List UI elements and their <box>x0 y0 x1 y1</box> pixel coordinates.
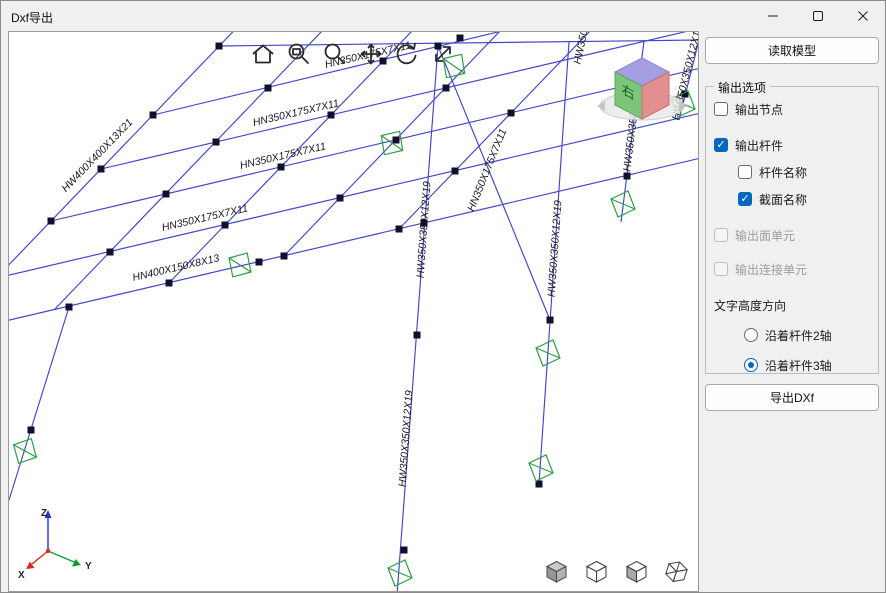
checkbox-label: 杆件名称 <box>759 164 807 181</box>
orbit-icon <box>394 41 420 67</box>
wireframe-view-button[interactable] <box>662 557 690 585</box>
radio-label: 沿着杆件3轴 <box>765 357 832 374</box>
text-height-direction-label: 文字高度方向 <box>714 297 870 313</box>
checkbox-member-names[interactable]: 杆件名称 <box>738 164 870 180</box>
shaded-cube-icon <box>543 558 570 585</box>
checkbox-box <box>738 165 752 179</box>
beam-labels: HN350X175X7X11 HN350X175X7X11 HN350X175X… <box>59 32 698 487</box>
minimize-icon <box>767 10 779 22</box>
zoom-window-button[interactable] <box>286 41 312 67</box>
checkbox-output-connection-elements: 输出连接单元 <box>714 261 870 277</box>
wireframe-scene: HN350X175X7X11 HN350X175X7X11 HN350X175X… <box>9 32 698 591</box>
node-markers <box>28 35 689 554</box>
checkbox-label: 输出杆件 <box>735 137 783 154</box>
output-options-title: 输出选项 <box>714 79 770 96</box>
checkbox-section-names[interactable]: 截面名称 <box>738 191 870 207</box>
window-title: Dxf导出 <box>11 9 53 26</box>
beam-label: HN350X175X7X11 <box>252 97 340 128</box>
radio-circle <box>744 358 758 372</box>
axis-x-label: X <box>18 570 25 581</box>
title-bar[interactable]: Dxf导出 <box>1 1 885 31</box>
zoom-icon <box>322 41 348 67</box>
beam-label: HN350X175X7X11 <box>465 127 509 213</box>
zoom-window-icon <box>286 41 312 67</box>
close-icon <box>857 10 869 22</box>
checkbox-label: 输出节点 <box>735 101 783 118</box>
radio-along-member-axis2[interactable]: 沿着杆件2轴 <box>744 327 870 343</box>
beam-label: HN400X150X8X13 <box>131 252 220 284</box>
checkbox-label: 截面名称 <box>759 191 807 208</box>
beam-label: HW350 <box>572 32 591 65</box>
pan-button[interactable] <box>358 41 384 67</box>
checkbox-output-members[interactable]: 输出杆件 <box>714 137 870 153</box>
checkbox-box <box>714 228 728 242</box>
beam-lines <box>9 32 698 591</box>
viewport-toolbar <box>250 41 456 67</box>
hidden-line-view-button[interactable] <box>622 557 650 585</box>
output-options-group: 输出选项 输出节点 输出杆件 杆件名称 截面名称 输出面单元 <box>705 86 879 374</box>
dxf-export-window: Dxf导出 <box>0 0 886 593</box>
maximize-icon <box>812 10 824 22</box>
close-button[interactable] <box>840 1 885 31</box>
pan-icon <box>358 41 384 67</box>
checkbox-box <box>714 138 728 152</box>
shaded-edges-view-button[interactable] <box>582 557 610 585</box>
home-view-button[interactable] <box>250 41 276 67</box>
checkbox-box <box>738 192 752 206</box>
axis-z-label: Z <box>41 508 47 519</box>
axis-y-label: Y <box>85 561 92 572</box>
axis-triad: Z Y X <box>18 508 92 581</box>
radio-circle <box>744 328 758 342</box>
view-style-bar <box>542 557 690 585</box>
section-label: 文字高度方向 <box>714 297 786 314</box>
wireframe-cube-icon <box>663 558 690 585</box>
fit-view-button[interactable] <box>430 41 456 67</box>
checkbox-box <box>714 262 728 276</box>
beam-label: HW350X350X12X19 <box>546 200 565 298</box>
export-dxf-button[interactable]: 导出DXf <box>705 384 879 411</box>
hidden-line-cube-icon <box>623 558 650 585</box>
checkbox-output-nodes[interactable]: 输出节点 <box>714 101 870 117</box>
fit-view-icon <box>430 41 456 67</box>
radio-along-member-axis3[interactable]: 沿着杆件3轴 <box>744 357 870 373</box>
beam-label: HW350X350X12X19 <box>397 390 416 488</box>
read-model-button[interactable]: 读取模型 <box>705 37 879 64</box>
checkbox-label: 输出连接单元 <box>735 261 807 278</box>
model-viewport[interactable]: HN350X175X7X11 HN350X175X7X11 HN350X175X… <box>8 31 699 592</box>
beam-label: HW400X400X13X21 <box>59 117 135 195</box>
checkbox-output-surface-elements: 输出面单元 <box>714 227 870 243</box>
shaded-view-button[interactable] <box>542 557 570 585</box>
zoom-button[interactable] <box>322 41 348 67</box>
checkbox-box <box>714 102 728 116</box>
beam-label: HW350X350X12X19 <box>415 181 434 279</box>
home-icon <box>250 41 276 67</box>
options-panel: 读取模型 输出选项 输出节点 输出杆件 杆件名称 截面名称 输出面单元 <box>699 31 885 592</box>
maximize-button[interactable] <box>795 1 840 31</box>
orbit-button[interactable] <box>394 41 420 67</box>
shaded-edges-cube-icon <box>583 558 610 585</box>
radio-label: 沿着杆件2轴 <box>765 327 832 344</box>
minimize-button[interactable] <box>750 1 795 31</box>
checkbox-label: 输出面单元 <box>735 227 795 244</box>
